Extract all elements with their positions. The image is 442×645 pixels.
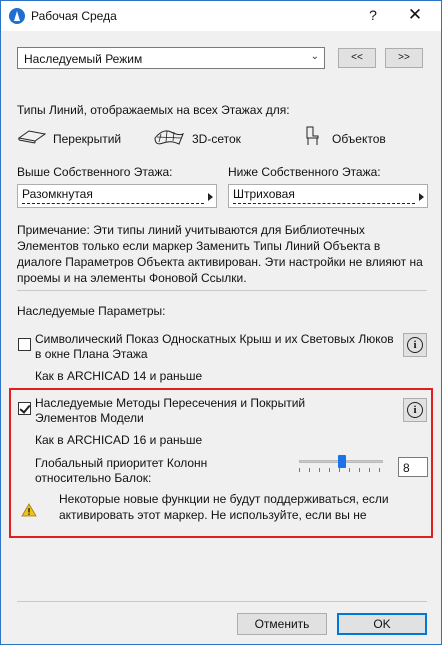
above-story-linetype-popup[interactable]: Разомкнутая <box>17 184 217 208</box>
dialog-window: Рабочая Среда ? ✕ Наследуемый Режим ⌄ <<… <box>0 0 442 645</box>
roof-legacy-sublabel: Как в ARCHICAD 14 и раньше <box>35 369 203 383</box>
linetype-sample <box>233 203 415 204</box>
intersection-info-button[interactable]: i <box>403 398 427 422</box>
popup-arrow-icon <box>419 193 424 201</box>
warning-icon <box>21 503 37 517</box>
column-priority-label: Глобальный приоритет Колонн относительно… <box>35 456 208 485</box>
roof-info-button[interactable]: i <box>403 333 427 357</box>
ok-button[interactable]: OK <box>337 613 427 635</box>
mode-dropdown[interactable]: Наследуемый Режим ⌄ <box>17 47 325 69</box>
next-mode-button[interactable]: >> <box>385 48 423 68</box>
chair-icon <box>306 126 319 145</box>
column-priority-slider-thumb[interactable] <box>338 455 346 468</box>
title-bar: Рабочая Среда ? ✕ <box>1 1 441 31</box>
popup-arrow-icon <box>208 193 213 201</box>
column-priority-value: 8 <box>403 461 410 475</box>
mode-dropdown-value: Наследуемый Режим <box>24 52 143 66</box>
below-story-linetype-value: Штриховая <box>233 187 295 201</box>
close-button[interactable]: ✕ <box>405 5 425 25</box>
window-title: Рабочая Среда <box>31 9 117 23</box>
linetypes-heading: Типы Линий, отображаемых на всех Этажах … <box>17 103 290 117</box>
intersection-legacy-checkbox[interactable] <box>18 402 31 415</box>
archicad-app-icon <box>9 8 25 24</box>
above-story-linetype-value: Разомкнутая <box>22 187 93 201</box>
slider-ticks <box>299 468 383 472</box>
objects-label: Объектов <box>332 132 386 146</box>
below-story-linetype-popup[interactable]: Штриховая <box>228 184 428 208</box>
legacy-heading: Наследуемые Параметры: <box>17 304 166 318</box>
divider <box>17 601 427 602</box>
warning-text-area: Некоторые новые функции не будут поддерж… <box>59 491 425 525</box>
below-story-label: Ниже Собственного Этажа: <box>228 165 381 179</box>
linetype-sample <box>22 203 204 204</box>
intersection-legacy-label: Наследуемые Методы Пересечения и Покрыти… <box>35 396 306 425</box>
intersection-legacy-sublabel: Как в ARCHICAD 16 и раньше <box>35 433 203 447</box>
column-priority-field[interactable]: 8 <box>398 457 428 477</box>
warning-text: Некоторые новые функции не будут поддерж… <box>59 492 389 525</box>
roof-legacy-checkbox[interactable] <box>18 338 31 351</box>
linetypes-note: Примечание: Эти типы линий учитываются д… <box>17 223 423 285</box>
above-story-label: Выше Собственного Этажа: <box>17 165 173 179</box>
slab-icon <box>17 130 47 144</box>
chevron-down-icon: ⌄ <box>310 51 319 62</box>
cancel-button[interactable]: Отменить <box>237 613 327 635</box>
mesh-icon <box>154 130 184 145</box>
info-icon: i <box>407 337 423 353</box>
previous-mode-button[interactable]: << <box>338 48 376 68</box>
help-button[interactable]: ? <box>365 7 381 23</box>
slabs-label: Перекрытий <box>53 132 122 146</box>
divider <box>17 290 427 291</box>
roof-legacy-label: Символический Показ Односкатных Крыш и и… <box>35 332 394 361</box>
info-icon: i <box>407 402 423 418</box>
meshes-label: 3D-сеток <box>192 132 241 146</box>
